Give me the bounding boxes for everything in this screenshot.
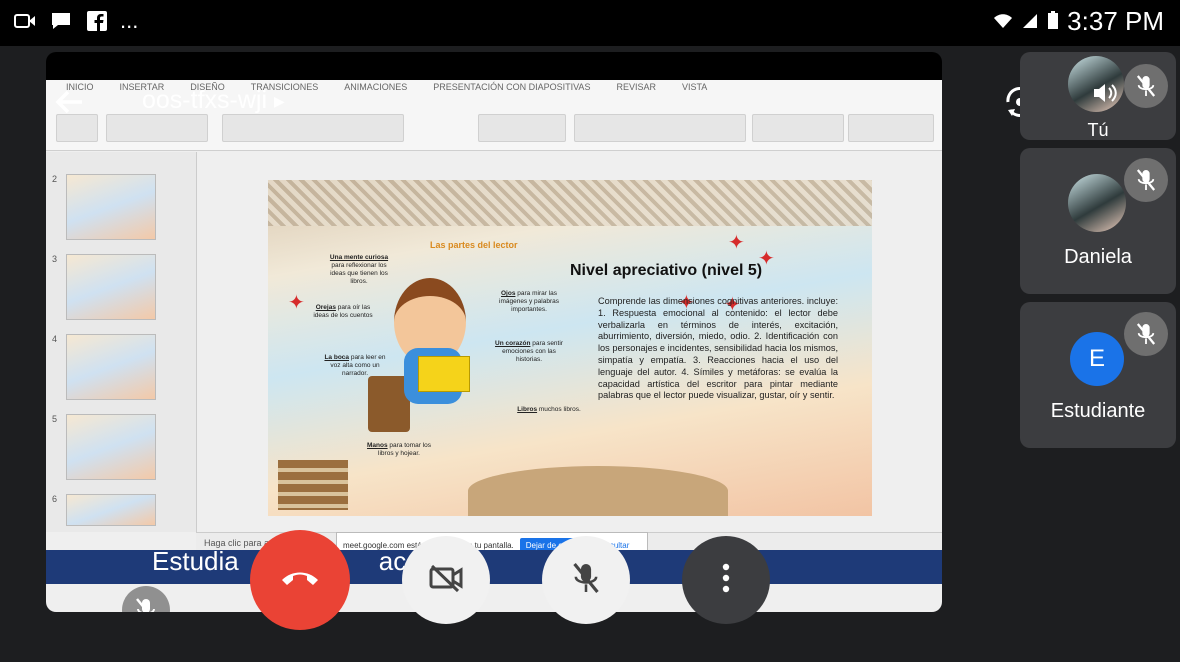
slide-thumbnail — [66, 334, 156, 400]
callout-mouth: La boca para leer en voz alta como un na… — [324, 354, 386, 377]
slide-thumbnails: 2 3 4 5 6 — [46, 152, 197, 532]
notification-overflow: ... — [120, 8, 139, 33]
participant-name: Estudiante — [1050, 400, 1146, 422]
avatar-initial: E — [1070, 332, 1124, 386]
meeting-code[interactable]: oos-tfxs-wji ▶ — [142, 86, 285, 115]
slide-heading: Nivel apreciativo (nivel 5) — [570, 262, 763, 279]
bird-icon: ✦ — [728, 232, 745, 254]
mic-off-icon — [1124, 158, 1168, 202]
callout-ears: Orejas para oír las ideas de los cuentos — [313, 304, 373, 319]
mic-off-icon — [1124, 312, 1168, 356]
end-call-button[interactable] — [250, 530, 350, 630]
status-bar: ... 3:37 PM — [0, 0, 1180, 46]
slide-thumbnail — [66, 494, 156, 526]
video-call-icon — [12, 8, 38, 34]
caret-right-icon: ▶ — [273, 92, 285, 109]
thumbnail-number: 2 — [52, 174, 58, 184]
participant-tile-daniela[interactable]: Daniela — [1020, 148, 1176, 294]
thumbnail-number: 6 — [52, 494, 58, 504]
clock: 3:37 PM — [1067, 6, 1164, 36]
avatar — [1068, 174, 1126, 232]
meeting-header: oos-tfxs-wji ▶ — [46, 82, 942, 126]
callout-heart: Un corazón para sentir emociones con las… — [495, 340, 563, 363]
slide-thumbnail — [66, 414, 156, 480]
slide-body-text: Comprende las dimensiones cognitivas ant… — [598, 296, 838, 401]
participant-name: Tú — [1087, 120, 1109, 140]
thumbnail-number: 3 — [52, 254, 58, 264]
end-call-icon — [280, 568, 320, 593]
wifi-icon — [993, 6, 1013, 37]
slide-texture — [268, 180, 872, 226]
shared-screen: INICIO INSERTAR DISEÑO TRANSICIONES ANIM… — [46, 80, 942, 612]
camera-off-icon — [428, 563, 464, 598]
mic-toggle-button[interactable] — [542, 536, 630, 624]
yellow-book-illustration — [418, 356, 470, 392]
signal-icon — [1021, 6, 1039, 37]
status-left: ... — [12, 8, 138, 34]
participant-name: Daniela — [1064, 246, 1132, 268]
callout-mind: Una mente curiosa para reflexionar los i… — [329, 254, 389, 285]
slide-thumbnail — [66, 254, 156, 320]
status-right: 3:37 PM — [993, 6, 1164, 37]
current-slide: ✦ ✦ ✦ ✦ ✦ Las partes del lector Una ment… — [268, 180, 872, 516]
chat-icon — [48, 8, 74, 34]
back-arrow-icon[interactable] — [54, 82, 88, 122]
camera-toggle-button[interactable] — [402, 536, 490, 624]
facebook-icon — [84, 8, 110, 34]
open-book-illustration — [468, 466, 728, 516]
callout-books: Libros muchos libros. — [517, 406, 581, 413]
slide-parts-title: Las partes del lector — [430, 240, 518, 250]
more-options-button[interactable] — [682, 536, 770, 624]
bird-icon: ✦ — [288, 292, 305, 314]
mic-off-icon — [1124, 64, 1168, 108]
battery-icon — [1047, 6, 1059, 37]
book-stack-illustration — [278, 460, 348, 510]
mic-off-icon — [572, 561, 600, 600]
presentation-stage: INICIO INSERTAR DISEÑO TRANSICIONES ANIM… — [46, 52, 942, 612]
more-vert-icon — [722, 563, 730, 598]
thumbnail-number: 4 — [52, 334, 58, 344]
participant-tile-self[interactable]: Tú — [1020, 52, 1176, 140]
slide-thumbnail — [66, 174, 156, 240]
thumbnail-number: 5 — [52, 414, 58, 424]
participant-tile-estudiante[interactable]: E Estudiante — [1020, 302, 1176, 448]
callout-eyes: Ojos para mirar las imágenes y palabras … — [499, 290, 559, 313]
speaker-icon — [1092, 82, 1118, 109]
callout-hands: Manos para tomar los libros y hojear. — [367, 442, 431, 457]
